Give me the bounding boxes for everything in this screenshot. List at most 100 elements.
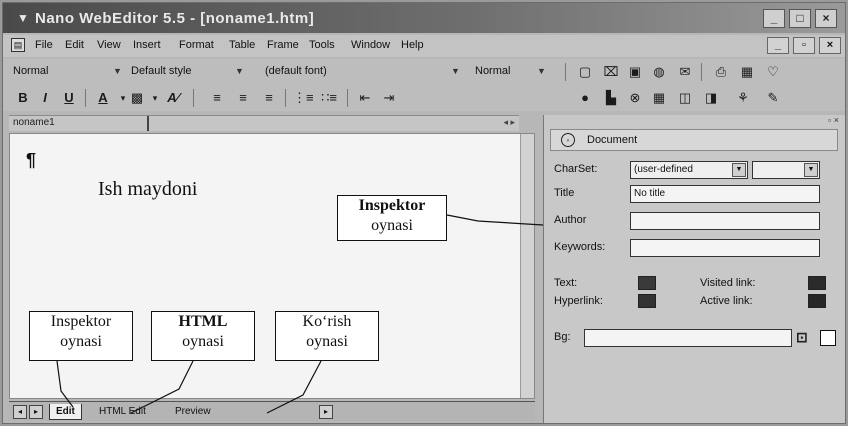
document-icon[interactable]: ▤	[11, 38, 25, 52]
italic-icon[interactable]: I	[35, 89, 55, 107]
toolbar-separator	[193, 89, 194, 107]
callout-line-2: oynasi	[60, 333, 102, 350]
close-button[interactable]: ×	[815, 9, 837, 28]
menu-tools[interactable]: Tools	[309, 39, 335, 51]
tab-scroll-arrows-icon[interactable]: ◂ ▸	[503, 117, 515, 128]
font-select[interactable]: (default font) ▼	[265, 62, 465, 80]
minimize-button[interactable]: _	[763, 9, 785, 28]
callout-line-2: oynasi	[182, 333, 224, 350]
html-tab-callout: HTML oynasi	[151, 311, 255, 361]
active-link-swatch[interactable]	[808, 294, 826, 308]
new-file-icon[interactable]: ▢	[575, 63, 595, 81]
numbered-list-icon[interactable]: ⋮≡	[293, 89, 314, 107]
toolbar-separator	[347, 89, 348, 107]
doc-restore-button[interactable]: ▫	[793, 37, 815, 54]
menu-format[interactable]: Format	[179, 39, 214, 51]
title-label: Title	[554, 187, 575, 199]
chevron-down-icon: ▼	[451, 66, 460, 76]
author-field[interactable]	[630, 212, 820, 230]
browse-image-icon[interactable]: ⊡	[796, 329, 808, 346]
image-icon[interactable]: ▙	[601, 89, 621, 107]
inspector-panel: ▫ × ◦ Document CharSet: (user-defined ▼ …	[543, 115, 845, 423]
table-icon[interactable]: ▦	[649, 89, 669, 107]
scroll-left-button[interactable]: ◂	[13, 405, 27, 419]
hyperlink-swatch[interactable]	[638, 294, 656, 308]
visited-link-swatch[interactable]	[808, 276, 826, 290]
charset-extra-select[interactable]: ▼	[752, 161, 820, 179]
save-icon[interactable]: ▣	[625, 63, 645, 81]
align-center-icon[interactable]: ≡	[233, 89, 253, 107]
inspector-header[interactable]: ◦ Document	[550, 129, 838, 151]
vertical-scrollbar[interactable]	[520, 134, 534, 398]
clear-format-icon[interactable]: A⁄	[163, 89, 183, 107]
indent-icon[interactable]: ⇥	[379, 89, 399, 107]
callout-line-1: Inspektor	[358, 197, 426, 214]
paragraph-style-select[interactable]: Normal ▼	[13, 62, 123, 80]
chevron-down-icon: ▼	[537, 66, 546, 76]
text-color-swatch[interactable]	[638, 276, 656, 290]
menu-insert[interactable]: Insert	[133, 39, 161, 51]
underline-icon[interactable]: U	[59, 89, 79, 107]
frame-icon[interactable]: ◨	[701, 89, 721, 107]
keywords-field[interactable]	[630, 239, 820, 257]
menu-view[interactable]: View	[97, 39, 121, 51]
menu-file[interactable]: File	[35, 39, 53, 51]
format-toolbar: Normal ▼ Default style ▼ (default font) …	[3, 59, 845, 85]
link-icon[interactable]: ⊗	[625, 89, 645, 107]
tab-divider	[147, 116, 149, 131]
tab-menu-button[interactable]: ▸	[319, 405, 333, 419]
open-folder-icon[interactable]: ⌧	[601, 63, 621, 81]
email-icon[interactable]: ✉	[675, 63, 695, 81]
tab-edit[interactable]: Edit	[49, 404, 82, 420]
menu-table[interactable]: Table	[229, 39, 255, 51]
form-icon[interactable]: ◫	[675, 89, 695, 107]
menu-frame[interactable]: Frame	[267, 39, 299, 51]
menu-edit[interactable]: Edit	[65, 39, 84, 51]
document-tab[interactable]: noname1	[13, 117, 55, 128]
bold-icon[interactable]: B	[13, 89, 33, 107]
align-left-icon[interactable]: ≡	[207, 89, 227, 107]
panel-controls-icon[interactable]: ▫ ×	[828, 115, 839, 125]
font-color-icon[interactable]: A	[93, 89, 113, 107]
title-bar: ▼ Nano WebEditor 5.5 - [noname1.htm] _ □…	[3, 3, 845, 33]
menu-window[interactable]: Window	[351, 39, 390, 51]
print-icon[interactable]: ⎙	[711, 63, 731, 81]
app-icon: ▼	[17, 11, 29, 25]
workspace-label: Ish maydoni	[98, 178, 198, 200]
pencil-icon[interactable]: ✎	[763, 89, 783, 107]
collapse-icon[interactable]: ◦	[561, 133, 575, 147]
maximize-button[interactable]: □	[789, 9, 811, 28]
browser-icon[interactable]: ◍	[649, 63, 669, 81]
anchor-icon[interactable]: ⚘	[733, 89, 753, 107]
charset-select[interactable]: (user-defined ▼	[630, 161, 748, 179]
doc-close-button[interactable]: ×	[819, 37, 841, 54]
scroll-right-button[interactable]: ▸	[29, 405, 43, 419]
toolbar-separator	[285, 89, 286, 107]
bg-image-field[interactable]	[584, 329, 792, 347]
comment-icon[interactable]: ●	[575, 89, 595, 107]
toolbar-separator	[85, 89, 86, 107]
doc-minimize-button[interactable]: _	[767, 37, 789, 54]
chevron-down-icon[interactable]: ▾	[145, 89, 165, 107]
tab-preview[interactable]: Preview	[169, 404, 217, 420]
author-label: Author	[554, 214, 587, 226]
keywords-label: Keywords:	[554, 241, 606, 253]
print-preview-icon[interactable]: ▦	[737, 63, 757, 81]
bg-color-swatch[interactable]	[820, 330, 836, 346]
document-tab-strip: noname1 ◂ ▸	[9, 115, 519, 131]
font-size-select[interactable]: Normal ▼	[475, 62, 555, 80]
highlight-icon[interactable]: ▩	[127, 89, 147, 107]
css-style-select[interactable]: Default style ▼	[131, 62, 244, 80]
bullet-list-icon[interactable]: ∷≡	[319, 89, 339, 107]
outdent-icon[interactable]: ⇤	[355, 89, 375, 107]
tab-html-edit[interactable]: HTML Edit	[93, 404, 152, 420]
charset-label: CharSet:	[554, 163, 598, 175]
chevron-down-icon: ▼	[113, 66, 122, 76]
bg-label: Bg:	[554, 331, 571, 343]
align-right-icon[interactable]: ≡	[259, 89, 279, 107]
charset-value: (user-defined	[634, 164, 693, 175]
spellcheck-icon[interactable]: ♡	[763, 63, 783, 81]
title-field[interactable]: No title	[630, 185, 820, 203]
text-color-label: Text:	[554, 277, 578, 289]
menu-help[interactable]: Help	[401, 39, 424, 51]
